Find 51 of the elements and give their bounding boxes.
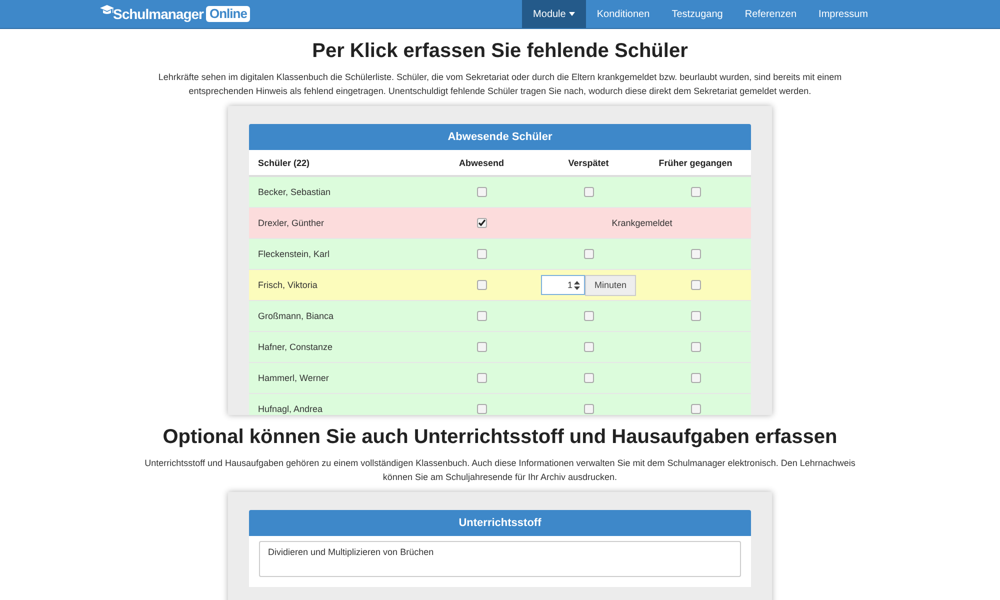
nav-link[interactable]: Module [522, 0, 586, 28]
checkbox[interactable] [690, 311, 700, 321]
panel-title: Unterrichtsstoff [249, 510, 751, 536]
student-name: Frisch, Viktoria [257, 280, 318, 290]
student-name: Hufnagl, Andrea [257, 404, 324, 414]
checkbox[interactable] [584, 342, 594, 352]
checkbox[interactable] [690, 249, 700, 259]
student-name: Hafner, Constanze [257, 342, 334, 352]
checkbox[interactable] [690, 342, 700, 352]
checkbox[interactable] [690, 280, 700, 290]
section-heading: Per Klick erfassen Sie fehlende Schüler [311, 39, 689, 63]
logo[interactable]: Schulmanager Online [100, 6, 250, 22]
checkbox[interactable] [690, 187, 700, 197]
minutes-button[interactable]: Minuten [585, 274, 636, 296]
nav-link[interactable]: Referenzen [734, 0, 808, 28]
graduation-cap-icon [100, 4, 114, 16]
column-header: Abwesend [458, 158, 505, 168]
column-header: Verspätet [567, 158, 610, 168]
text-area[interactable]: Dividieren und Multiplizieren von Brüchen [259, 541, 741, 577]
panel-title: Abwesende Schüler [249, 124, 751, 150]
checkbox[interactable] [476, 280, 486, 290]
nav-link[interactable]: Impressum [808, 0, 879, 28]
checkbox[interactable] [584, 249, 594, 259]
checkbox[interactable] [476, 249, 486, 259]
checkbox[interactable] [476, 373, 486, 383]
section-paragraph: Lehrkräfte sehen im digitalen Klassenbuch die Schülerliste. Schüler, die vom Sekretariat oder durch die Eltern krankgemeldet bzw. beurlaubt wurden, sind bereits mit einem entsprechenden Hinweis als fehlend eingetragen. Unentschuldigt fehlende Schüler tragen Sie nach, wodurch diese direkt dem Sekretariat gemeldet werden. [157, 71, 843, 98]
checkbox[interactable] [690, 404, 700, 414]
checkbox[interactable] [476, 311, 486, 321]
checkbox[interactable] [584, 404, 594, 414]
column-header: Schüler (22) [257, 158, 311, 168]
column-header: Früher gegangen [658, 158, 734, 168]
checkbox[interactable] [476, 342, 486, 352]
nav-link[interactable]: Testzugang [660, 0, 734, 28]
checkbox[interactable] [476, 187, 486, 197]
student-name: Hammerl, Werner [257, 373, 330, 383]
spinner-icon[interactable] [574, 280, 580, 290]
checkbox[interactable] [584, 187, 594, 197]
minutes-field[interactable]: 1 [541, 275, 586, 295]
student-name: Becker, Sebastian [257, 187, 332, 197]
student-name: Drexler, Günther [257, 218, 326, 228]
section-paragraph: Unterrichtsstoff und Hausaufgaben gehören zu einem vollständigen Klassenbuch. Auch diese Informationen verwalten Sie mit dem Schulmanager elektronisch. Den Lehrnachweis können Sie am Schuljahresende für Ihr Archiv ausdrucken. [144, 457, 856, 484]
checkbox[interactable] [584, 373, 594, 383]
nav-link[interactable]: Konditionen [586, 0, 661, 28]
student-name: Fleckenstein, Karl [257, 249, 331, 259]
section-heading: Optional können Sie auch Unterrichtsstoff und Hausaufgaben erfassen [162, 425, 838, 449]
checkbox[interactable] [584, 311, 594, 321]
checkbox[interactable] [476, 404, 486, 414]
checkbox[interactable] [690, 373, 700, 383]
student-name: Großmann, Bianca [257, 311, 335, 321]
status-note: Krankgemeldet [610, 218, 674, 228]
checkbox[interactable] [476, 218, 486, 228]
